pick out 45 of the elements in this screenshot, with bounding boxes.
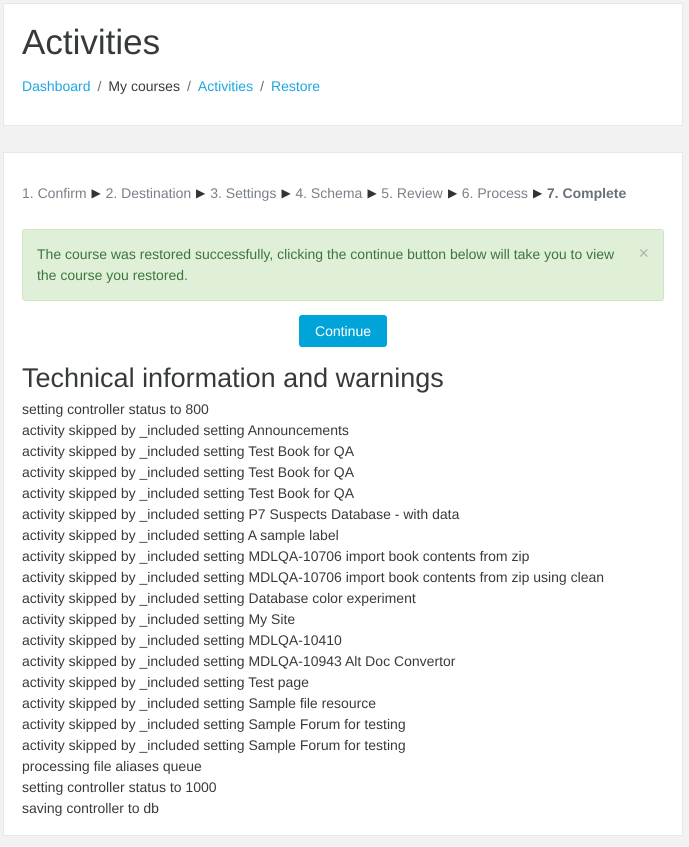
log-line: activity skipped by _included setting Sample Forum for testing [22, 736, 406, 755]
breadcrumb-link[interactable]: Restore [270, 78, 320, 94]
alert-message: The course was restored successfully, clicking the continue button below will take you to view the course you restored. [37, 245, 616, 285]
continue-button[interactable]: Continue [298, 315, 388, 347]
log-line: activity skipped by _included setting Announcements [22, 421, 349, 440]
breadcrumb-separator: / [186, 78, 191, 94]
progress-step: 3. Settings [210, 185, 276, 201]
log-line: activity skipped by _included setting P7 Suspects Database - with data [22, 505, 460, 524]
breadcrumb-link[interactable]: Activities [198, 78, 254, 94]
step-arrow: ▶ [367, 186, 376, 200]
step-arrow: ▶ [92, 186, 101, 200]
log-line: activity skipped by _included setting MDLQA-10410 [22, 631, 342, 650]
log-line: activity skipped by _included setting My Site [22, 610, 296, 629]
progress-step: 6. Process [462, 185, 528, 201]
breadcrumb-separator: / [260, 78, 264, 94]
log-line: activity skipped by _included setting Test Book for QA [22, 484, 354, 503]
progress-step: 5. Review [381, 185, 443, 201]
breadcrumb-item: My courses [108, 78, 180, 94]
log-line: setting controller status to 800 [22, 400, 209, 419]
log-line: activity skipped by _included setting A sample label [22, 526, 339, 545]
log-line: activity skipped by _included setting Test Book for QA [22, 442, 354, 461]
close-icon[interactable]: × [638, 244, 649, 262]
step-arrow: ▶ [448, 186, 457, 200]
log-line: activity skipped by _included setting Test Book for QA [22, 463, 354, 482]
progress-step: 2. Destination [106, 185, 192, 201]
log-line: processing file aliases queue [22, 757, 202, 776]
log-line: setting controller status to 1000 [22, 778, 217, 797]
log-line: activity skipped by _included setting Database color experiment [22, 589, 416, 608]
progress-step: 4. Schema [295, 185, 362, 201]
step-arrow: ▶ [281, 186, 290, 200]
log-line: saving controller to db [22, 799, 159, 818]
progress-step: 7. Complete [546, 185, 626, 201]
section-heading: Technical information and warnings [22, 362, 444, 395]
breadcrumb-link[interactable]: Dashboard [22, 78, 90, 94]
log-line: activity skipped by _included setting MDLQA-10706 import book contents from zip using clean [22, 568, 604, 587]
log-line: activity skipped by _included setting Sample file resource [22, 694, 376, 713]
log-line: activity skipped by _included setting MDLQA-10943 Alt Doc Convertor [22, 652, 456, 671]
page-title: Activities [22, 22, 160, 64]
step-arrow: ▶ [532, 186, 542, 200]
progress-step: 1. Confirm [22, 185, 87, 201]
breadcrumb-separator: / [98, 78, 102, 94]
log-line: activity skipped by _included setting Test page [22, 673, 309, 692]
step-arrow: ▶ [196, 186, 206, 200]
log-line: activity skipped by _included setting Sample Forum for testing [22, 715, 406, 734]
log-line: activity skipped by _included setting MDLQA-10706 import book contents from zip [22, 547, 530, 566]
